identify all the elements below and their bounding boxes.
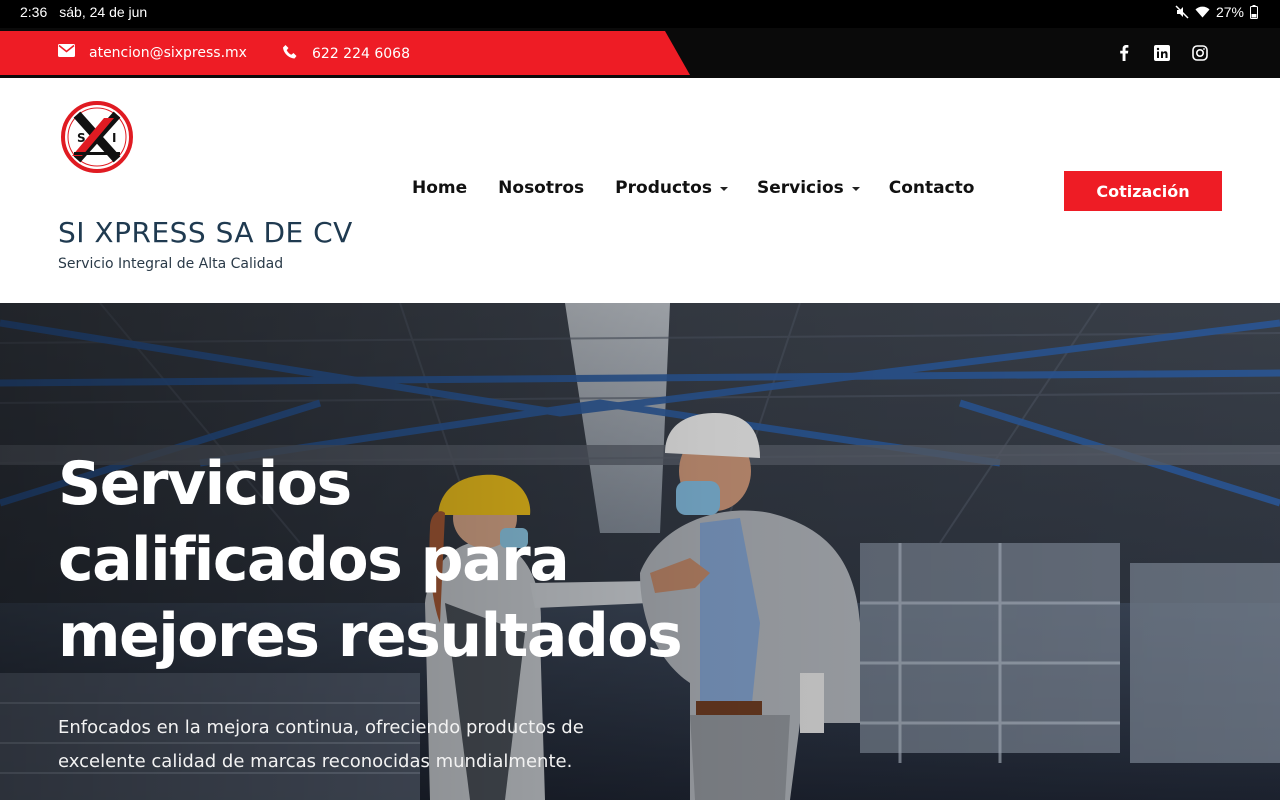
hero-section: Servicios calificados para mejores resul…: [0, 303, 1280, 800]
brand-tagline: Servicio Integral de Alta Calidad: [58, 256, 284, 272]
site-header: S X I SI XPRESS SA DE CV Servicio Integr…: [0, 78, 1280, 303]
top-info-bar: atencion@sixpress.mx 622 224 6068: [0, 28, 1280, 78]
hero-subtitle-line-1: Enfocados en la mejora continua, ofrecie…: [58, 717, 584, 738]
hero-title: Servicios calificados para mejores resul…: [58, 446, 758, 674]
hero-subtitle-line-2: excelente calidad de marcas reconocidas …: [58, 751, 573, 772]
nav-productos[interactable]: Productos: [615, 178, 728, 198]
email-text: atencion@sixpress.mx: [89, 44, 247, 61]
social-links: [1115, 44, 1208, 61]
nav-home-label: Home: [412, 178, 468, 198]
logo-letter-i: I: [112, 131, 116, 145]
phone-icon: [282, 44, 298, 64]
device-status-bar: 2:36 sáb, 24 de jun 27%: [0, 0, 1280, 28]
email-link[interactable]: atencion@sixpress.mx: [58, 44, 247, 61]
mute-icon: [1175, 5, 1189, 19]
facebook-icon[interactable]: [1115, 44, 1132, 61]
nav-contacto[interactable]: Contacto: [889, 178, 975, 198]
battery-icon: [1250, 5, 1258, 19]
company-logo[interactable]: S X I: [60, 100, 134, 174]
quote-button[interactable]: Cotización: [1064, 171, 1222, 211]
instagram-icon[interactable]: [1191, 44, 1208, 61]
chevron-down-icon: [719, 187, 728, 191]
nav-servicios-label: Servicios: [756, 178, 844, 198]
wifi-icon: [1195, 6, 1210, 18]
nav-nosotros[interactable]: Nosotros: [498, 178, 584, 198]
nav-contacto-label: Contacto: [888, 178, 975, 198]
hero-subtitle: Enfocados en la mejora continua, ofrecie…: [58, 711, 658, 779]
brand-name[interactable]: SI XPRESS SA DE CV: [58, 216, 353, 249]
battery-percent: 27%: [1215, 4, 1244, 20]
nav-servicios[interactable]: Servicios: [757, 178, 860, 198]
envelope-icon: [58, 44, 75, 61]
linkedin-icon[interactable]: [1153, 44, 1170, 61]
phone-link[interactable]: 622 224 6068: [282, 44, 410, 64]
logo-letter-s: S: [77, 131, 86, 145]
phone-text: 622 224 6068: [312, 46, 410, 62]
hero-title-line-2: calificados para: [58, 525, 570, 595]
main-navigation: Home Nosotros Productos Servicios Contac…: [412, 178, 975, 198]
chevron-down-icon: [851, 187, 860, 191]
nav-nosotros-label: Nosotros: [498, 178, 585, 198]
nav-productos-label: Productos: [615, 178, 712, 198]
hero-title-line-3: mejores resultados: [58, 601, 683, 671]
hero-title-line-1: Servicios: [58, 449, 352, 519]
status-time: 2:36: [20, 4, 48, 20]
status-date: sáb, 24 de jun: [59, 4, 148, 20]
nav-home[interactable]: Home: [412, 178, 467, 198]
